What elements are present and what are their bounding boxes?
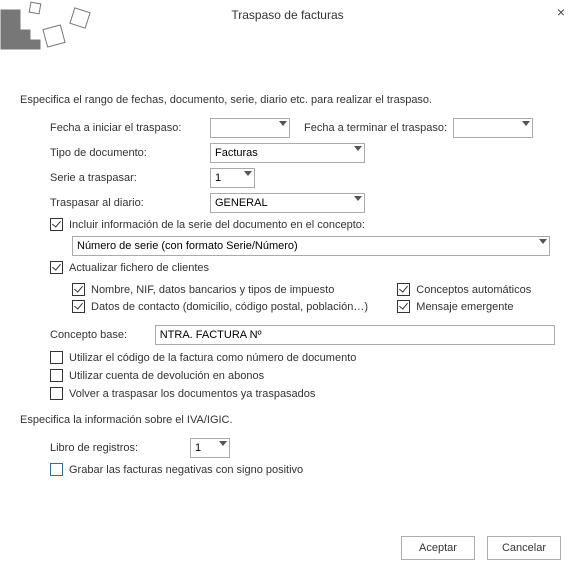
chk-grabar-neg-label: Grabar las facturas negativas con signo … [69,464,303,476]
chk-actualizar-label: Actualizar fichero de clientes [69,262,209,274]
row-serie: Serie a traspasar: [50,168,555,188]
iva-section-text: Especifica la información sobre el IVA/I… [20,414,555,426]
serie-select[interactable] [210,168,255,188]
chk-conceptos-auto-label: Conceptos automáticos [416,284,531,296]
close-icon[interactable]: × [557,4,565,20]
row-numero-serie-select [72,236,555,256]
chk-incluir-serie-label: Incluir información de la serie del docu… [69,219,365,231]
chk-nombre[interactable] [72,283,85,296]
chk-volver-traspasar-row: Volver a traspasar los documentos ya tra… [50,387,555,400]
title-bar: Traspaso de facturas × [0,0,575,30]
dialog-window: Traspaso de facturas × Especifica el ran… [0,0,575,570]
content-area: Especifica el rango de fechas, documento… [0,30,575,491]
chk-utilizar-cuenta-row: Utilizar cuenta de devolución en abonos [50,369,555,382]
actualizar-subopts: Nombre, NIF, datos bancarios y tipos de … [72,279,555,317]
chk-grabar-neg[interactable] [50,463,63,476]
chk-mensaje-emergente[interactable] [397,300,410,313]
serie-label: Serie a traspasar: [50,172,210,184]
chk-utilizar-cuenta[interactable] [50,369,63,382]
accept-button[interactable]: Aceptar [401,536,475,560]
chk-utilizar-codigo-row: Utilizar el código de la factura como nú… [50,351,555,364]
footer-buttons: Aceptar Cancelar [401,536,561,560]
chk-grabar-neg-row: Grabar las facturas negativas con signo … [50,463,555,476]
chk-actualizar[interactable] [50,261,63,274]
cancel-button[interactable]: Cancelar [487,536,561,560]
chk-conceptos-auto[interactable] [397,283,410,296]
diario-label: Traspasar al diario: [50,197,210,209]
chk-volver-traspasar-label: Volver a traspasar los documentos ya tra… [69,388,315,400]
row-fechas: Fecha a iniciar el traspaso: Fecha a ter… [50,118,555,138]
chk-datos-contacto[interactable] [72,300,85,313]
chk-incluir-serie[interactable] [50,218,63,231]
fecha-terminar-select[interactable] [453,118,533,138]
chk-incluir-serie-row: Incluir información de la serie del docu… [50,218,555,231]
intro-text: Especifica el rango de fechas, documento… [20,94,555,106]
fecha-iniciar-label: Fecha a iniciar el traspaso: [50,122,210,134]
fecha-iniciar-select[interactable] [210,118,290,138]
diario-select[interactable] [210,193,365,213]
libro-select[interactable] [190,438,230,458]
row-libro: Libro de registros: [50,438,555,458]
numero-serie-select[interactable] [72,236,550,256]
chk-utilizar-codigo[interactable] [50,351,63,364]
chk-utilizar-cuenta-label: Utilizar cuenta de devolución en abonos [69,370,264,382]
row-diario: Traspasar al diario: [50,193,555,213]
fecha-terminar-label: Fecha a terminar el traspaso: [304,122,447,134]
row-tipo-doc: Tipo de documento: [50,143,555,163]
chk-volver-traspasar[interactable] [50,387,63,400]
window-title: Traspaso de facturas [231,8,343,22]
chk-actualizar-row: Actualizar fichero de clientes [50,261,555,274]
chk-mensaje-emergente-label: Mensaje emergente [416,301,513,313]
row-concepto-base: Concepto base: [50,325,555,345]
chk-datos-contacto-label: Datos de contacto (domicilio, código pos… [91,301,368,313]
chk-utilizar-codigo-label: Utilizar el código de la factura como nú… [69,352,356,364]
tipo-doc-label: Tipo de documento: [50,147,210,159]
concepto-base-input[interactable] [155,325,555,345]
concepto-base-label: Concepto base: [50,329,155,341]
libro-label: Libro de registros: [50,442,190,454]
tipo-doc-select[interactable] [210,143,365,163]
chk-nombre-label: Nombre, NIF, datos bancarios y tipos de … [91,284,334,296]
